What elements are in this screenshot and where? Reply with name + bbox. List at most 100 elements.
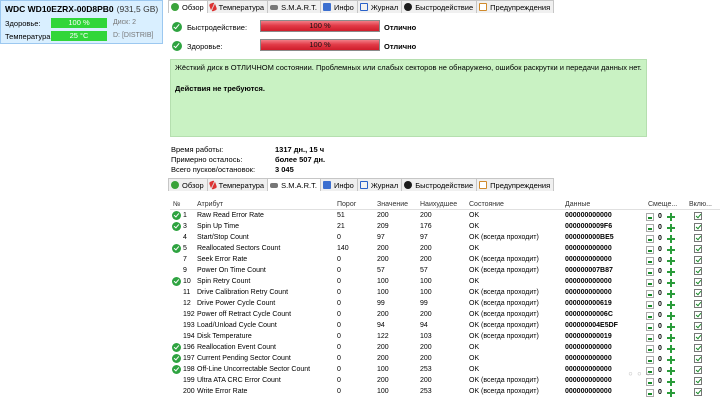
enabled-checkbox[interactable] xyxy=(694,366,702,374)
left-panel: WDC WD10EZRX-00D8PB0 (931,5 GB) Здоровье:… xyxy=(0,0,165,408)
minus-button[interactable] xyxy=(646,290,654,298)
minus-button[interactable] xyxy=(646,323,654,331)
table-row[interactable]: 200 Write Error Rate 0 100 253 OK (всегда про… xyxy=(170,386,720,397)
enabled-checkbox[interactable] xyxy=(694,300,702,308)
thermometer-icon xyxy=(208,2,217,12)
table-row[interactable]: 197 Current Pending Sector Count 0 200 200 OK… xyxy=(170,353,720,364)
plus-button[interactable] xyxy=(667,323,675,331)
table-row[interactable]: 9 Power On Time Count 0 57 57 OK (всегда прох… xyxy=(170,265,720,276)
plus-button[interactable] xyxy=(667,367,675,375)
plus-button[interactable] xyxy=(667,279,675,287)
minus-button[interactable] xyxy=(646,334,654,342)
tab-performance[interactable]: Быстродействие xyxy=(401,0,478,13)
plus-button[interactable] xyxy=(667,290,675,298)
plus-button[interactable] xyxy=(667,235,675,243)
enabled-checkbox[interactable] xyxy=(694,245,702,253)
plus-button[interactable] xyxy=(667,224,675,232)
plus-button[interactable] xyxy=(667,378,675,386)
minus-button[interactable] xyxy=(646,301,654,309)
plus-button[interactable] xyxy=(667,345,675,353)
plus-button[interactable] xyxy=(667,213,675,221)
header-enabled[interactable]: Вклю... xyxy=(689,201,712,208)
enabled-checkbox[interactable] xyxy=(694,267,702,275)
header-state[interactable]: Состояние xyxy=(469,201,504,208)
minus-button[interactable] xyxy=(646,389,654,397)
table-row[interactable]: 196 Reallocation Event Count 0 200 200 OK 0000… xyxy=(170,342,720,353)
table-row[interactable]: 7 Seek Error Rate 0 200 200 OK (всегда проход… xyxy=(170,254,720,265)
health-bar: 100 % xyxy=(260,39,380,51)
minus-button[interactable] xyxy=(646,268,654,276)
enabled-checkbox[interactable] xyxy=(694,388,702,396)
enabled-checkbox[interactable] xyxy=(694,311,702,319)
tab-info[interactable]: Инфо xyxy=(319,0,358,13)
tab-temperature-2[interactable]: Температура xyxy=(206,178,269,191)
plus-button[interactable] xyxy=(667,334,675,342)
tab-smart-2[interactable]: S.M.A.R.T. xyxy=(267,178,321,191)
disk-card[interactable]: WDC WD10EZRX-00D8PB0 (931,5 GB) Здоровье:… xyxy=(0,0,163,44)
tab-temperature[interactable]: Температура xyxy=(206,0,269,13)
minus-button[interactable] xyxy=(646,356,654,364)
enabled-checkbox[interactable] xyxy=(694,234,702,242)
attr-id: 12 xyxy=(183,300,191,307)
minus-button[interactable] xyxy=(646,257,654,265)
enabled-checkbox[interactable] xyxy=(694,377,702,385)
table-row[interactable]: 3 Spin Up Time 21 209 176 OK 0000000009F6 0 xyxy=(170,221,720,232)
attr-id: 193 xyxy=(183,322,195,329)
minus-button[interactable] xyxy=(646,312,654,320)
table-row[interactable]: 12 Drive Power Cycle Count 0 99 99 OK (всегда… xyxy=(170,298,720,309)
minus-button[interactable] xyxy=(646,213,654,221)
tab-smart[interactable]: S.M.A.R.T. xyxy=(267,0,321,13)
attr-threshold: 21 xyxy=(337,223,345,230)
header-no[interactable]: № xyxy=(173,201,181,208)
header-attribute[interactable]: Атрибут xyxy=(197,201,223,208)
offset-stepper: 0 xyxy=(646,310,688,320)
plus-button[interactable] xyxy=(667,246,675,254)
plus-button[interactable] xyxy=(667,356,675,364)
enabled-checkbox[interactable] xyxy=(694,289,702,297)
tab-warnings[interactable]: Предупреждения xyxy=(476,0,555,13)
tab-log[interactable]: Журнал xyxy=(356,0,403,13)
table-row[interactable]: 194 Disk Temperature 0 122 103 OK (всегда про… xyxy=(170,331,720,342)
minus-button[interactable] xyxy=(646,224,654,232)
minus-button[interactable] xyxy=(646,279,654,287)
enabled-checkbox[interactable] xyxy=(694,355,702,363)
plus-button[interactable] xyxy=(667,312,675,320)
plus-button[interactable] xyxy=(667,389,675,397)
performance-label: Быстродействие: xyxy=(187,23,248,32)
table-row[interactable]: 10 Spin Retry Count 0 100 100 OK 000000000000 0 xyxy=(170,276,720,287)
table-row[interactable]: 193 Load/Unload Cycle Count 0 94 94 OK (всегд… xyxy=(170,320,720,331)
minus-button[interactable] xyxy=(646,235,654,243)
tab-label: Обзор xyxy=(182,180,204,190)
enabled-checkbox[interactable] xyxy=(694,256,702,264)
table-row[interactable]: 11 Drive Calibration Retry Count 0 100 100 OK… xyxy=(170,287,720,298)
enabled-checkbox[interactable] xyxy=(694,223,702,231)
enabled-checkbox[interactable] xyxy=(694,344,702,352)
plus-button[interactable] xyxy=(667,268,675,276)
plus-button[interactable] xyxy=(667,257,675,265)
table-row[interactable]: 192 Power off Retract Cycle Count 0 200 200 O… xyxy=(170,309,720,320)
enabled-checkbox[interactable] xyxy=(694,322,702,330)
table-row[interactable]: 5 Reallocated Sectors Count 140 200 200 OK 000… xyxy=(170,243,720,254)
header-threshold[interactable]: Порог xyxy=(337,201,356,208)
offset-stepper: 0 xyxy=(646,288,688,298)
tab-overview-2[interactable]: Обзор xyxy=(168,178,208,191)
tab-info-2[interactable]: Инфо xyxy=(319,178,358,191)
tab-performance-2[interactable]: Быстродействие xyxy=(401,178,478,191)
header-data[interactable]: Данные xyxy=(565,201,590,208)
enabled-checkbox[interactable] xyxy=(694,278,702,286)
tab-overview[interactable]: Обзор xyxy=(168,0,208,13)
minus-button[interactable] xyxy=(646,246,654,254)
tab-warnings-2[interactable]: Предупреждения xyxy=(476,178,555,191)
header-offset[interactable]: Смеще... xyxy=(648,201,677,208)
attr-state: OK (всегда проходит) xyxy=(469,333,539,340)
enabled-checkbox[interactable] xyxy=(694,212,702,220)
plus-button[interactable] xyxy=(667,301,675,309)
tab-log-2[interactable]: Журнал xyxy=(356,178,403,191)
enabled-checkbox[interactable] xyxy=(694,333,702,341)
table-row[interactable]: 4 Start/Stop Count 0 97 97 OK (всегда проходи… xyxy=(170,232,720,243)
header-value[interactable]: Значение xyxy=(377,201,408,208)
health-status-label: Здоровье: xyxy=(187,42,223,51)
header-worst[interactable]: Наихудшее xyxy=(420,201,457,208)
minus-button[interactable] xyxy=(646,345,654,353)
table-row[interactable]: 1 Raw Read Error Rate 51 200 200 OK 0000000000… xyxy=(170,210,720,221)
